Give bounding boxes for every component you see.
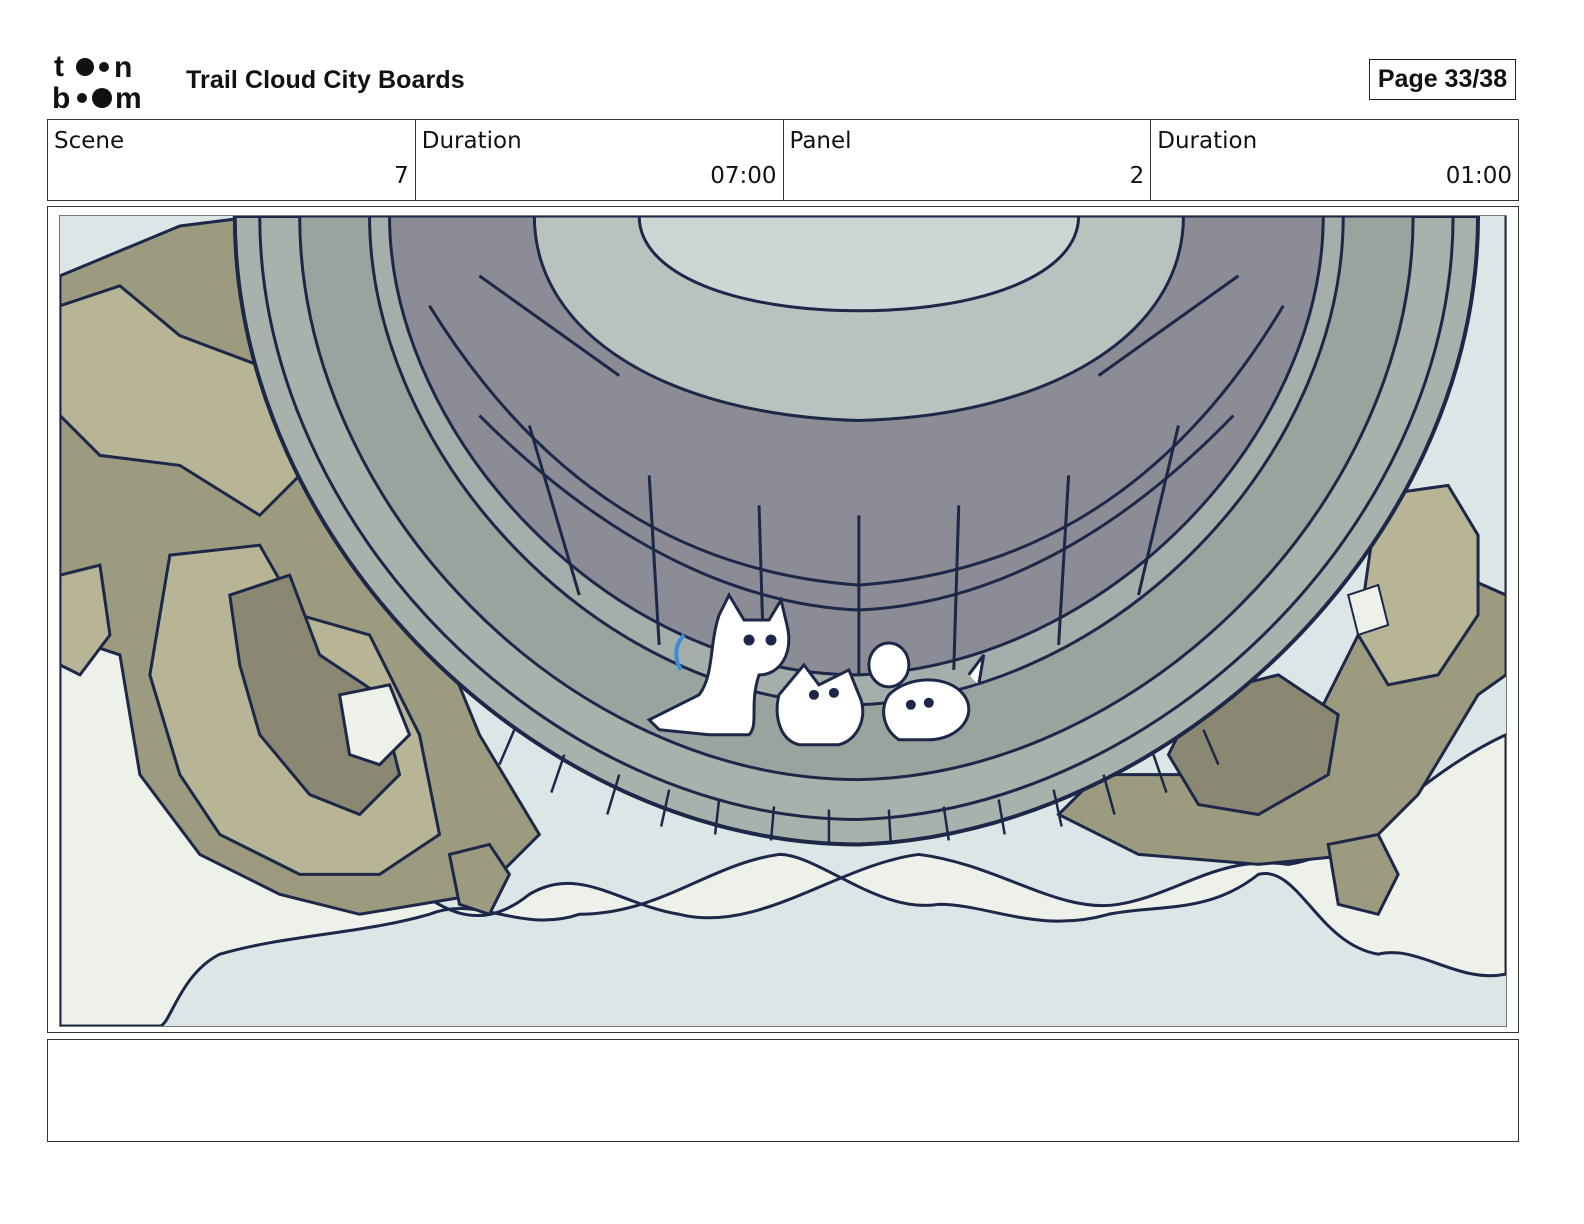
scene-cell: Scene 7 [48,120,416,200]
toon-boom-logo: t n b m [52,50,164,112]
scene-label: Scene [54,128,125,154]
svg-text:t: t [54,50,64,83]
scene-duration-cell: Duration 07:00 [416,120,784,200]
logo-mark-icon: t n b m [52,50,142,112]
caption-box[interactable] [47,1039,1519,1142]
board-title: Trail Cloud City Boards [186,66,465,94]
svg-text:n: n [114,51,132,84]
panel-label: Panel [789,128,852,154]
panel-frame [47,206,1519,1033]
panel-drawing [59,215,1507,1027]
panel-duration-value: 01:00 [1445,163,1512,189]
scene-value: 7 [394,163,409,189]
panel-value: 2 [1129,163,1145,189]
scene-duration-label: Duration [421,128,522,154]
svg-text:b: b [52,82,70,112]
scene-duration-value: 07:00 [710,163,777,189]
scene-info-row: Scene 7 Duration 07:00 Panel 2 Duration … [47,119,1519,201]
panel-duration-label: Duration [1157,128,1258,154]
svg-text:m: m [115,82,142,112]
page-indicator: Page 33/38 [1369,59,1516,100]
panel-duration-cell: Duration 01:00 [1151,120,1518,200]
panel-cell: Panel 2 [784,120,1152,200]
storyboard-illustration [60,216,1506,1026]
